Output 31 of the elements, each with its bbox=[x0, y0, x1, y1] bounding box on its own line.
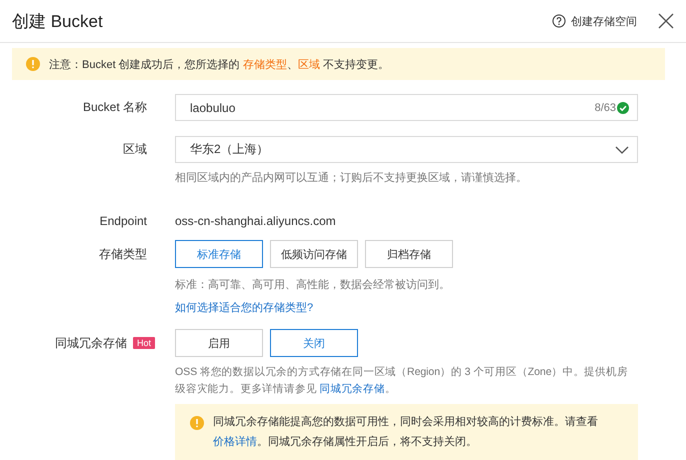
endpoint-value: oss-cn-shanghai.aliyuncs.com bbox=[175, 214, 337, 228]
storage-type-option[interactable]: 标准存储 bbox=[175, 240, 263, 268]
storage-type-option[interactable]: 低频访问存储 bbox=[270, 240, 358, 268]
bucket-name-field[interactable]: laobuluo 8/63 bbox=[175, 94, 638, 121]
field-label: Bucket 名称 bbox=[82, 99, 147, 116]
field-label: Endpoint bbox=[100, 214, 147, 228]
chevron-down-icon bbox=[615, 146, 629, 154]
region-select[interactable]: 华东2（上海） bbox=[175, 136, 638, 163]
storage-type-option[interactable]: 归档存储 bbox=[365, 240, 453, 268]
character-counter: 8/63 bbox=[594, 102, 616, 114]
redundancy-option[interactable]: 启用 bbox=[175, 329, 263, 357]
redundancy-option[interactable]: 关闭 bbox=[270, 329, 358, 357]
warning-icon bbox=[26, 57, 40, 71]
warning-text: 同城冗余存储能提高您的数据可用性，同时会采用相对较高的计费标准。请查看 价格详情。同城冗余存储属性开启后，将不支持关闭。 bbox=[213, 414, 598, 450]
close-icon[interactable] bbox=[658, 13, 674, 29]
field-value: laobuluo bbox=[190, 100, 236, 114]
dialog-title: 创建 Bucket bbox=[12, 10, 103, 32]
help-text: 相同区域内的产品内网可以互通；订购后不支持更换区域，请谨慎选择。 bbox=[175, 170, 528, 186]
help-icon bbox=[552, 14, 566, 28]
pricing-link[interactable]: 价格详情 bbox=[213, 436, 257, 448]
help-text: OSS 将您的数据以冗余的方式存储在同一区域（Region）的 3 个可用区（Zone）中。提供机房级容灾能力。更多详情请参见 同城冗余存储。 bbox=[175, 365, 629, 397]
doc-link[interactable]: 同城冗余存储 bbox=[320, 383, 385, 395]
help-link[interactable]: 如何选择适合您的存储类型? bbox=[175, 300, 638, 315]
help-text: 标准：高可靠、高可用、高性能，数据会经常被访问到。 bbox=[175, 278, 451, 293]
field-label: 区域 bbox=[123, 141, 147, 158]
field-label: 同城冗余存储 bbox=[54, 334, 127, 352]
field-label: 存储类型 bbox=[99, 246, 147, 262]
hot-badge: Hot bbox=[132, 337, 155, 349]
warning-icon bbox=[190, 416, 204, 430]
help-link[interactable]: 创建存储空间 bbox=[571, 14, 637, 28]
notice-text: 注意：Bucket 创建成功后，您所选择的 存储类型、区域 不支持变更。 bbox=[49, 58, 389, 72]
